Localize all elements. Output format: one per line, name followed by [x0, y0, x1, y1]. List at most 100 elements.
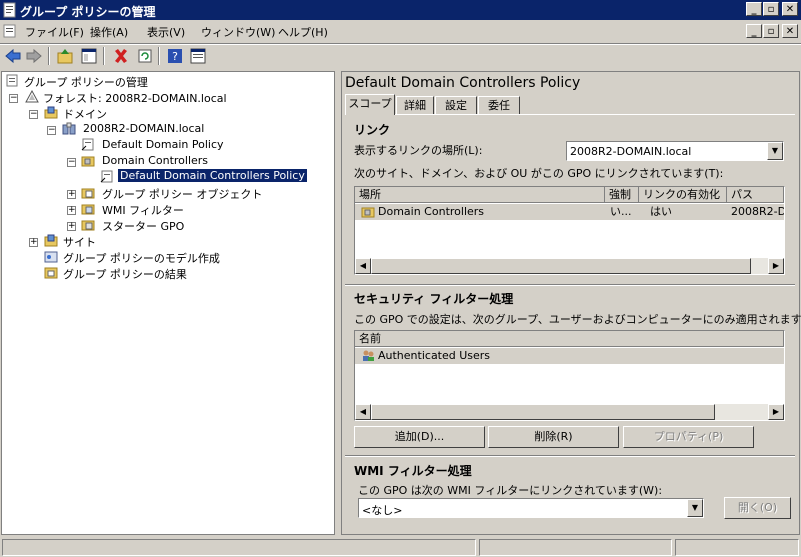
- scroll-thumb[interactable]: [371, 258, 751, 274]
- row-enforced: い...: [610, 205, 632, 218]
- back-arrow-icon[interactable]: [5, 48, 21, 64]
- wmi-description: この GPO は次の WMI フィルターにリンクされています(W):: [358, 484, 663, 497]
- expand-toggle-wmi-filters[interactable]: +: [67, 206, 76, 215]
- column-name[interactable]: 名前: [355, 331, 784, 347]
- tree-starter-gpo[interactable]: スターター GPO: [102, 218, 184, 234]
- security-hscrollbar[interactable]: ◀ ▶: [355, 404, 784, 420]
- refresh-icon[interactable]: [137, 48, 153, 64]
- wmi-filter-value: <なし>: [362, 504, 403, 517]
- remove-button[interactable]: 削除(R): [488, 426, 619, 448]
- chevron-down-icon[interactable]: ▼: [687, 499, 703, 517]
- security-entry: Authenticated Users: [378, 349, 491, 362]
- scroll-right-icon[interactable]: ▶: [768, 258, 784, 274]
- column-enforced[interactable]: 強制: [605, 187, 639, 203]
- menu-help[interactable]: ヘルプ(H): [278, 24, 328, 40]
- link-location-label: 表示するリンクの場所(L):: [354, 144, 483, 157]
- status-bar: [0, 537, 801, 557]
- links-hscrollbar[interactable]: ◀ ▶: [355, 258, 784, 274]
- menu-file[interactable]: ファイル(F): [25, 24, 84, 40]
- tree-gpo-objects[interactable]: グループ ポリシー オブジェクト: [102, 186, 262, 202]
- sites-icon: [44, 234, 58, 247]
- tree-root[interactable]: グループ ポリシーの管理: [24, 74, 148, 90]
- expand-toggle-domain-controllers[interactable]: −: [67, 158, 76, 167]
- link-location-value: 2008R2-DOMAIN.local: [570, 145, 692, 158]
- tree-forest[interactable]: フォレスト: 2008R2-DOMAIN.local: [43, 90, 227, 106]
- tree-domains[interactable]: ドメイン: [63, 106, 107, 122]
- child-close-button[interactable]: ✕: [782, 24, 798, 38]
- row-location: Domain Controllers: [378, 205, 485, 218]
- forest-icon: [25, 90, 39, 103]
- up-folder-icon[interactable]: [57, 48, 73, 64]
- details-title: Default Domain Controllers Policy: [345, 75, 581, 91]
- tree-domain-controllers[interactable]: Domain Controllers: [102, 154, 208, 167]
- wmi-filter-combo[interactable]: <なし> ▼: [358, 498, 704, 518]
- add-button[interactable]: 追加(D)...: [354, 426, 485, 448]
- links-description: 次のサイト、ドメイン、および OU がこの GPO にリンクされています(T):: [354, 167, 724, 180]
- expand-toggle-domains[interactable]: −: [29, 110, 38, 119]
- gpo-link-icon: [81, 138, 94, 151]
- starter-gpo-folder-icon: [81, 220, 95, 231]
- users-group-icon: [363, 350, 374, 361]
- expand-toggle-sites[interactable]: +: [29, 238, 38, 247]
- tree-results[interactable]: グループ ポリシーの結果: [63, 266, 187, 282]
- help-icon[interactable]: ?: [167, 48, 183, 64]
- tree-default-domain-policy[interactable]: Default Domain Policy: [102, 138, 224, 151]
- scroll-thumb[interactable]: [371, 404, 715, 420]
- gpo-folder-icon: [81, 188, 95, 199]
- expand-toggle-domain[interactable]: −: [47, 126, 56, 135]
- status-panel-2: [479, 539, 672, 556]
- gpmc-app-icon: [3, 2, 16, 18]
- table-row[interactable]: Domain Controllers い... はい 2008R2-DO: [355, 204, 784, 220]
- close-button[interactable]: ✕: [782, 2, 798, 16]
- menu-bar: ファイル(F) 操作(A) 表示(V) ウィンドウ(W) ヘルプ(H) _ ▫ …: [0, 20, 801, 42]
- column-path[interactable]: パス: [727, 187, 784, 203]
- list-item[interactable]: Authenticated Users: [355, 348, 784, 364]
- expand-toggle-gpo-objects[interactable]: +: [67, 190, 76, 199]
- tree-dc-policy[interactable]: Default Domain Controllers Policy: [117, 168, 308, 183]
- expand-toggle-forest[interactable]: −: [9, 94, 18, 103]
- forward-arrow-icon[interactable]: [26, 48, 42, 64]
- tab-scope[interactable]: スコープ: [345, 94, 395, 115]
- column-link-enabled[interactable]: リンクの有効化: [639, 187, 727, 203]
- menu-window[interactable]: ウィンドウ(W): [201, 24, 275, 40]
- column-location[interactable]: 場所: [355, 187, 605, 203]
- window-title: グループ ポリシーの管理: [20, 5, 156, 19]
- scroll-left-icon[interactable]: ◀: [355, 258, 371, 274]
- domain-icon: [62, 122, 76, 135]
- tab-delegation[interactable]: 委任: [478, 96, 520, 115]
- tab-settings[interactable]: 設定: [435, 96, 477, 115]
- properties-view-icon[interactable]: [190, 48, 206, 64]
- tree-domain[interactable]: 2008R2-DOMAIN.local: [83, 122, 204, 135]
- tab-details[interactable]: 詳細: [396, 96, 434, 115]
- security-list[interactable]: 名前 Authenticated Users ◀ ▶: [354, 330, 785, 421]
- tree-modeling[interactable]: グループ ポリシーのモデル作成: [63, 250, 220, 266]
- svg-text:?: ?: [172, 50, 178, 63]
- chevron-down-icon[interactable]: ▼: [767, 142, 783, 160]
- tree-sites[interactable]: サイト: [63, 234, 96, 250]
- delete-icon[interactable]: [113, 48, 129, 64]
- tree-wmi-filters[interactable]: WMI フィルター: [102, 202, 184, 218]
- ou-folder-icon: [361, 207, 375, 218]
- show-hide-tree-icon[interactable]: [81, 48, 97, 64]
- link-location-combo[interactable]: 2008R2-DOMAIN.local ▼: [566, 141, 784, 161]
- document-icon: [3, 24, 16, 38]
- security-description: この GPO での設定は、次のグループ、ユーザーおよびコンピューターにのみ適用さ…: [354, 313, 801, 326]
- links-list[interactable]: 場所 強制 リンクの有効化 パス Domain Controllers い...…: [354, 186, 785, 275]
- row-enabled: はい: [650, 205, 672, 218]
- child-restore-button[interactable]: ▫: [763, 24, 779, 38]
- wmi-heading: WMI フィルター処理: [354, 464, 472, 478]
- maximize-button[interactable]: ▫: [763, 2, 779, 16]
- status-panel-main: [2, 539, 476, 556]
- scroll-left-icon[interactable]: ◀: [355, 404, 371, 420]
- title-bar: グループ ポリシーの管理 _ ▫ ✕: [0, 0, 801, 20]
- child-minimize-button[interactable]: _: [746, 24, 762, 38]
- minimize-button[interactable]: _: [746, 2, 762, 16]
- open-button[interactable]: 開く(O): [724, 497, 791, 519]
- ou-folder-icon: [81, 156, 95, 167]
- scroll-right-icon[interactable]: ▶: [768, 404, 784, 420]
- expand-toggle-starter-gpo[interactable]: +: [67, 222, 76, 231]
- properties-button[interactable]: プロパティ(P): [623, 426, 754, 448]
- menu-view[interactable]: 表示(V): [147, 24, 185, 40]
- gpmc-root-icon: [6, 74, 18, 87]
- menu-action[interactable]: 操作(A): [90, 24, 128, 40]
